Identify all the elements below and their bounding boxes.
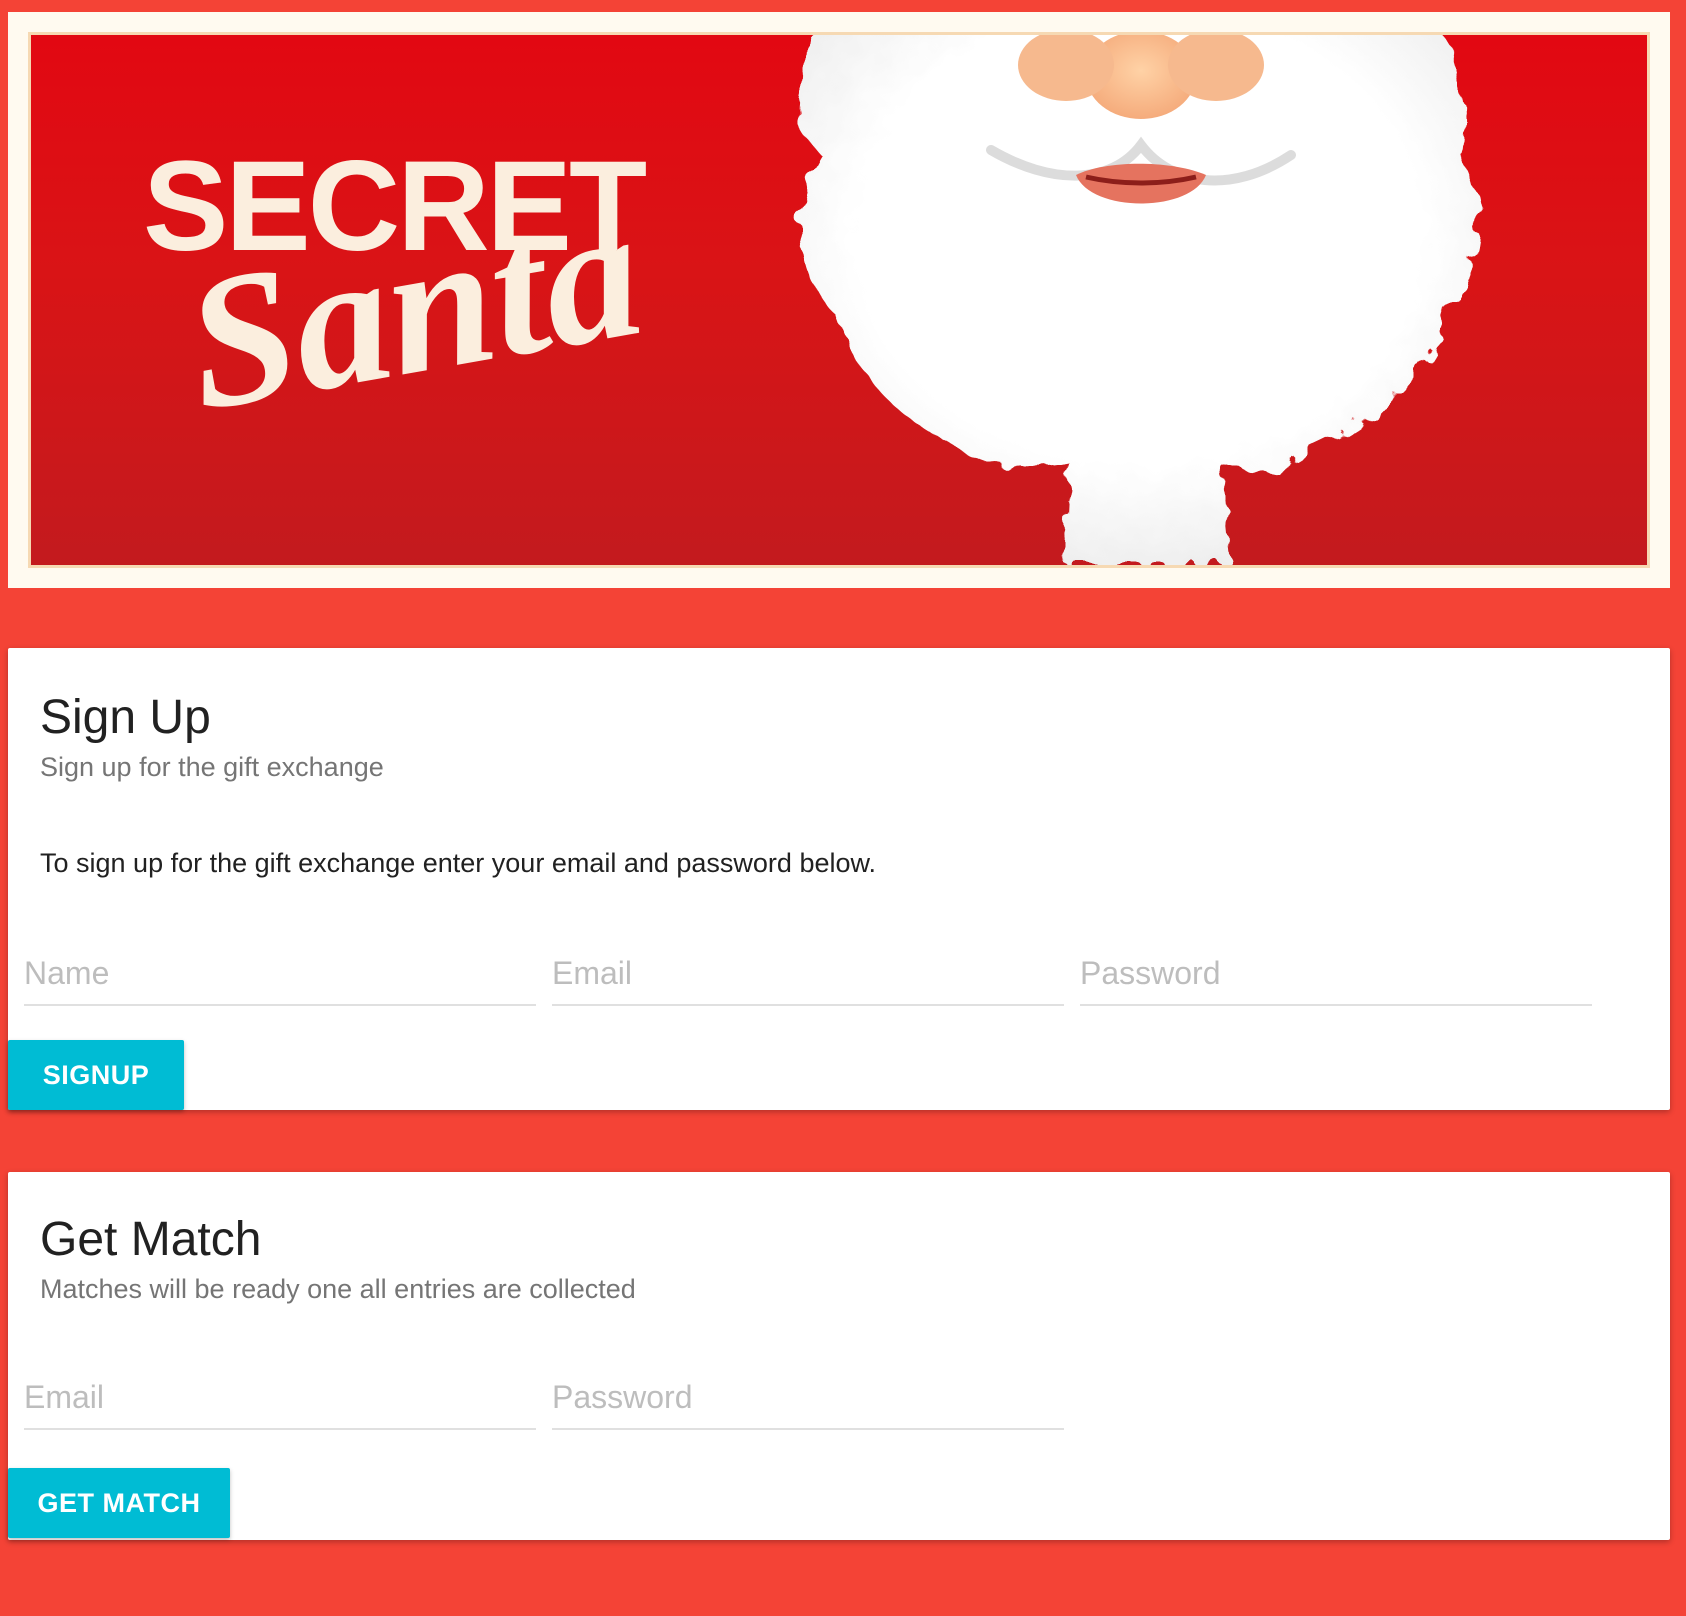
match-password-input[interactable]: [552, 1372, 1064, 1430]
match-email-input[interactable]: [24, 1372, 536, 1430]
signup-button[interactable]: SIGNUP: [8, 1040, 184, 1110]
banner-frame: SECRET Santa: [28, 32, 1650, 568]
match-email-field-wrapper: [24, 1372, 536, 1432]
signup-instructions: To sign up for the gift exchange enter y…: [40, 848, 876, 878]
signup-email-field-wrapper: [552, 948, 1064, 1008]
santa-illustration: SECRET Santa: [143, 35, 1479, 565]
get-match-card: Get Match Matches will be ready one all …: [8, 1172, 1670, 1540]
match-password-field-wrapper: [552, 1372, 1064, 1432]
signup-card: Sign Up Sign up for the gift exchange To…: [8, 648, 1670, 1110]
signup-name-input[interactable]: [24, 948, 536, 1006]
signup-subtitle: Sign up for the gift exchange: [40, 752, 384, 782]
signup-name-field-wrapper: [24, 948, 536, 1008]
signup-email-input[interactable]: [552, 948, 1064, 1006]
santa-beard-graphic: [799, 35, 1479, 565]
get-match-title: Get Match: [40, 1213, 262, 1266]
signup-password-input[interactable]: [1080, 948, 1592, 1006]
get-match-subtitle: Matches will be ready one all entries ar…: [40, 1274, 636, 1304]
signup-title: Sign Up: [40, 691, 211, 744]
secret-santa-banner: SECRET Santa: [8, 12, 1670, 588]
signup-password-field-wrapper: [1080, 948, 1592, 1008]
get-match-button[interactable]: GET MATCH: [8, 1468, 230, 1538]
